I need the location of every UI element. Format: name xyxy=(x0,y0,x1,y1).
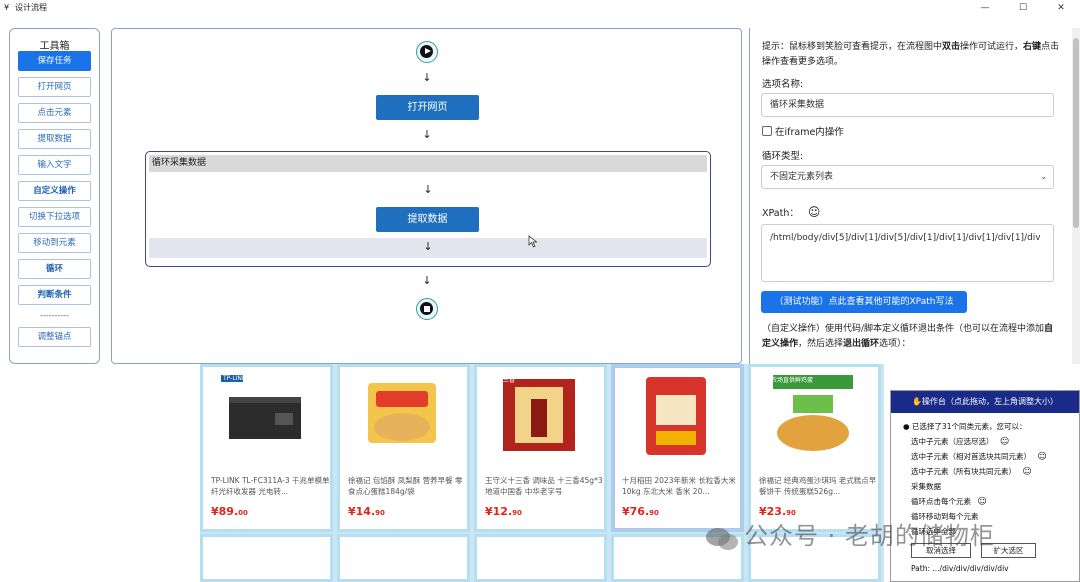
loop-type-label: 循环类型: xyxy=(762,151,804,162)
loop-footer: ↓ xyxy=(149,238,707,258)
product-price: ¥14.90 xyxy=(348,505,385,518)
product-title[interactable]: 徐福记 经典鸡蛋沙琪玛 老式糕点早餐饼干 传统蛋糕526g... xyxy=(759,475,879,499)
flow-arrow: ↓ xyxy=(422,274,432,287)
tool-button[interactable]: 判断条件 xyxy=(18,285,91,305)
options-panel: 提示：鼠标移到笑脸可查看提示，在流程图中双击操作可试运行，右键点击操作查看更多选… xyxy=(749,28,1080,364)
flow-arrow: ↓ xyxy=(423,183,433,196)
product-brand-label: TP-LINK xyxy=(223,375,246,382)
product-card[interactable]: TP-LINK TP-LINK TL-FC311A-3 千兆单模单纤光纤收发器 光… xyxy=(200,364,333,532)
smile-icon[interactable]: ☺ xyxy=(977,497,986,507)
maximize-button[interactable]: ☐ xyxy=(1004,0,1042,16)
product-title[interactable]: 十月稻田 2023年新米 长粒香大米 10kg 东北大米 香米 20... xyxy=(622,475,742,499)
product-price: ¥89.00 xyxy=(211,505,248,518)
console-option[interactable]: 采集数据 xyxy=(911,481,941,492)
product-card[interactable]: 十三香王守义十三香 调味品 十三香45g*3 地道中国香 中华老字号 ¥12.90 xyxy=(474,364,607,532)
console-option[interactable]: 选中子元素（应选尽选） ☺ xyxy=(911,436,1009,447)
product-card[interactable] xyxy=(337,534,470,582)
start-node[interactable] xyxy=(416,41,438,63)
tool-button[interactable]: 移动到元素 xyxy=(18,233,91,253)
tool-button[interactable]: 点击元素 xyxy=(18,103,91,123)
smile-icon[interactable]: ☺ xyxy=(808,205,821,219)
loop-type-select[interactable]: 不固定元素列表 ⌄ xyxy=(761,165,1054,189)
loop-title: 循环采集数据 xyxy=(149,155,707,172)
product-image xyxy=(221,375,301,439)
product-card[interactable]: 农场直供鲜鸡蛋 徐福记 经典鸡蛋沙琪玛 老式糕点早餐饼干 传统蛋糕526g... ¥… xyxy=(748,364,881,532)
tool-button[interactable]: 循环 xyxy=(18,259,91,279)
mouse-cursor-icon xyxy=(528,235,538,248)
custom-exit-text: （自定义操作）使用代码/脚本定义循环退出条件（也可以在流程中添加自定义操作，然后… xyxy=(762,324,1054,349)
product-brand-label: 十三香 xyxy=(497,377,516,384)
product-title[interactable]: 王守义十三香 调味品 十三香45g*3 地道中国香 中华老字号 xyxy=(485,475,605,499)
flow-canvas[interactable]: ↓ 打开网页 ↓ 循环采集数据 ↓ 提取数据 ↓ ↓ xyxy=(111,28,742,364)
loop-node[interactable]: 循环采集数据 ↓ 提取数据 ↓ xyxy=(145,151,711,267)
window-controls: — ☐ ✕ xyxy=(966,0,1080,16)
console-option[interactable]: 选中子元素（相对首选块共同元素） ☺ xyxy=(911,451,1047,462)
product-price: ¥12.90 xyxy=(485,505,522,518)
smile-icon[interactable]: ☺ xyxy=(1022,467,1031,477)
toolbox-separator: ---------- xyxy=(40,311,69,320)
product-card[interactable] xyxy=(200,534,333,582)
product-title[interactable]: TP-LINK TL-FC311A-3 千兆单模单纤光纤收发器 光电转... xyxy=(211,475,331,499)
scrollbar-thumb[interactable] xyxy=(1073,38,1079,228)
watermark: 公众号 · 老胡的储物柜 xyxy=(744,522,995,550)
xpath-test-button[interactable]: （测试功能）点此查看其他可能的XPath写法 xyxy=(761,291,967,313)
product-card[interactable]: 凤梨酥徐福记 包馅酥 凤梨酥 营养早餐 零食点心蛋糕184g/袋 ¥14.90 xyxy=(337,364,470,532)
operation-console[interactable]: ✋操作台（点此拖动，左上角调整大小） ● 已选择了31个同类元素，您可以： 选中… xyxy=(890,390,1080,582)
tool-button[interactable]: 自定义操作 xyxy=(18,181,91,201)
flow-arrow: ↓ xyxy=(422,71,432,84)
panel-scrollbar[interactable] xyxy=(1072,28,1080,364)
end-node[interactable] xyxy=(416,298,438,320)
product-brand-label: 凤梨酥 xyxy=(360,377,379,384)
close-button[interactable]: ✕ xyxy=(1042,0,1080,16)
hint-text: 提示：鼠标移到笑脸可查看提示，在流程图中双击操作可试运行，右键点击操作查看更多选… xyxy=(762,42,1060,67)
tool-button[interactable]: 调整锚点 xyxy=(18,327,91,347)
iframe-checkbox[interactable] xyxy=(762,126,772,136)
tool-button[interactable]: 输入文字 xyxy=(18,155,91,175)
tool-button[interactable]: 保存任务 xyxy=(18,51,91,71)
product-title[interactable]: 徐福记 包馅酥 凤梨酥 营养早餐 零食点心蛋糕184g/袋 xyxy=(348,475,468,499)
smile-icon[interactable]: ☺ xyxy=(1000,437,1009,447)
toolbox-title: 工具箱 xyxy=(39,41,70,52)
iframe-label: 在iframe内操作 xyxy=(775,127,844,138)
product-image xyxy=(646,377,706,455)
tool-button[interactable]: 打开网页 xyxy=(18,77,91,97)
product-card[interactable]: 十月稻田 2023年新米 长粒香大米 10kg 东北大米 香米 20... ¥76… xyxy=(611,364,744,532)
toolbox: 工具箱 保存任务打开网页点击元素提取数据输入文字自定义操作切换下拉选项 移动到元素… xyxy=(9,28,100,364)
tool-button[interactable]: 提取数据 xyxy=(18,129,91,149)
console-title[interactable]: ✋操作台（点此拖动，左上角调整大小） xyxy=(891,391,1079,413)
smile-icon[interactable]: ☺ xyxy=(1037,452,1046,462)
console-option[interactable]: 循环点击每个元素 ☺ xyxy=(911,496,987,507)
window-title: 设计流程 xyxy=(15,3,47,12)
xpath-label-row: XPath： ☺ xyxy=(762,205,821,219)
app-icon: ¥ xyxy=(4,3,10,12)
flow-arrow: ↓ xyxy=(422,128,432,141)
tool-button[interactable]: 切换下拉选项 xyxy=(18,207,91,227)
open-page-node[interactable]: 打开网页 xyxy=(376,95,479,120)
product-brand-label: 农场直供鲜鸡蛋 xyxy=(771,377,814,384)
stop-icon xyxy=(420,302,433,315)
chevron-down-icon: ⌄ xyxy=(1040,172,1047,181)
product-card[interactable] xyxy=(474,534,607,582)
option-name-label: 选项名称: xyxy=(762,79,804,90)
option-name-input[interactable]: 循环采集数据 xyxy=(761,93,1054,117)
window-titlebar: ¥ 设计流程 — ☐ ✕ xyxy=(0,0,1080,16)
minimize-button[interactable]: — xyxy=(966,0,1004,16)
console-path: Path: .../div/div/div/div/div xyxy=(911,564,1009,573)
product-price: ¥76.90 xyxy=(622,505,659,518)
console-option[interactable]: 选中子元素（所有块共同元素） ☺ xyxy=(911,466,1032,477)
flow-arrow: ↓ xyxy=(423,240,433,253)
iframe-checkbox-row[interactable]: 在iframe内操作 xyxy=(762,124,844,138)
wechat-icon xyxy=(706,528,738,550)
console-summary: ● 已选择了31个同类元素，您可以： xyxy=(903,422,1027,431)
extract-data-node[interactable]: 提取数据 xyxy=(376,207,479,232)
xpath-textarea[interactable]: /html/body/div[5]/div[1]/div[5]/div[1]/d… xyxy=(761,224,1054,282)
play-icon xyxy=(420,45,433,58)
